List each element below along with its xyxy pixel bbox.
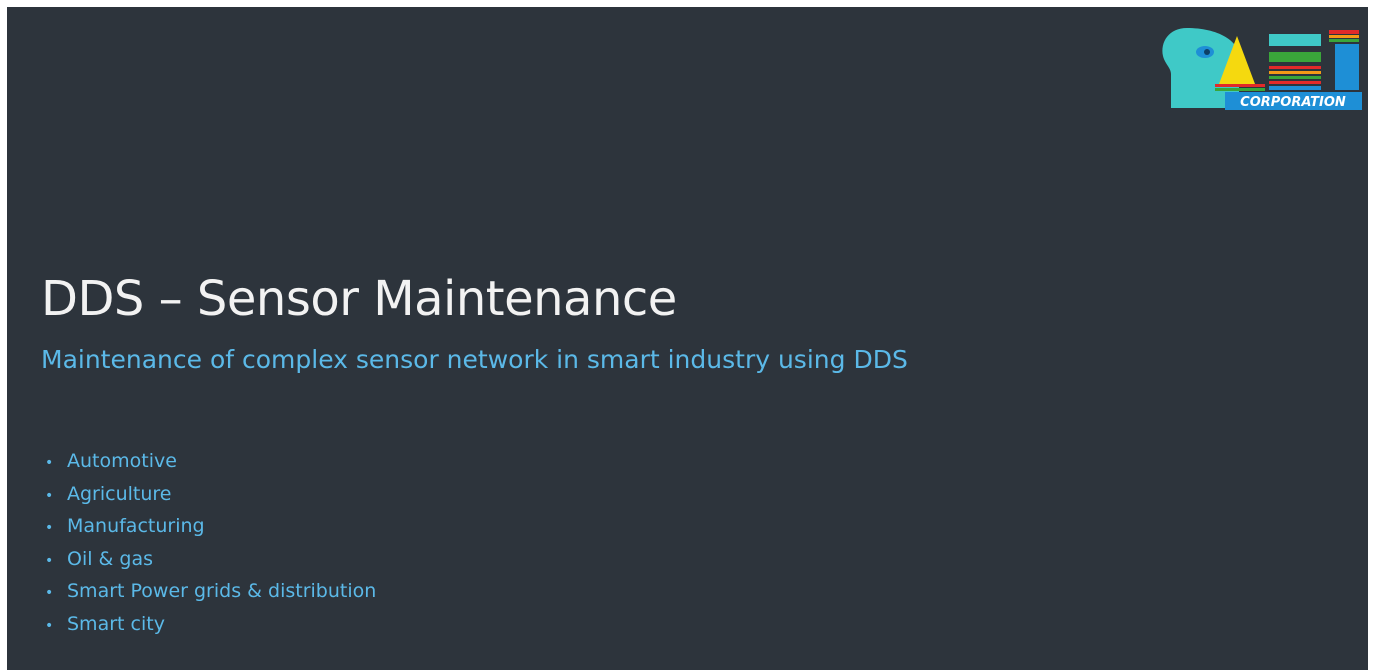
logo-text: CORPORATION	[1240, 95, 1346, 110]
logo-graphic: CORPORATION	[1162, 28, 1362, 110]
list-item-label: Agriculture	[67, 482, 172, 505]
list-item: • Manufacturing	[45, 511, 376, 544]
list-item: • Agriculture	[45, 479, 376, 512]
bullet-icon: •	[45, 520, 54, 536]
list-item-label: Oil & gas	[67, 547, 154, 570]
bullet-icon: •	[45, 455, 54, 471]
slide-subtitle: Maintenance of complex sensor network in…	[41, 345, 908, 374]
bullet-icon: •	[45, 585, 54, 601]
bullet-icon: •	[45, 617, 54, 634]
list-item-label: Manufacturing	[67, 515, 205, 537]
list-item: • Smart city	[45, 609, 376, 642]
list-item: • Automotive	[45, 446, 376, 479]
slide-title: DDS – Sensor Maintenance	[41, 271, 677, 327]
list-item: • Smart Power grids & distribution	[45, 576, 376, 609]
list-item: • Oil & gas	[45, 544, 376, 577]
company-logo: CORPORATION	[1157, 22, 1362, 110]
list-item-label: Automotive	[67, 450, 177, 472]
bullet-icon: •	[45, 552, 54, 569]
bullet-list: • Automotive • Agriculture • Manufacturi…	[45, 446, 376, 641]
list-item-label: Smart city	[67, 612, 165, 635]
list-item-label: Smart Power grids & distribution	[67, 580, 377, 602]
bullet-icon: •	[45, 487, 54, 504]
slide: CORPORATION DDS – Sensor Maintenance Mai…	[7, 7, 1368, 670]
